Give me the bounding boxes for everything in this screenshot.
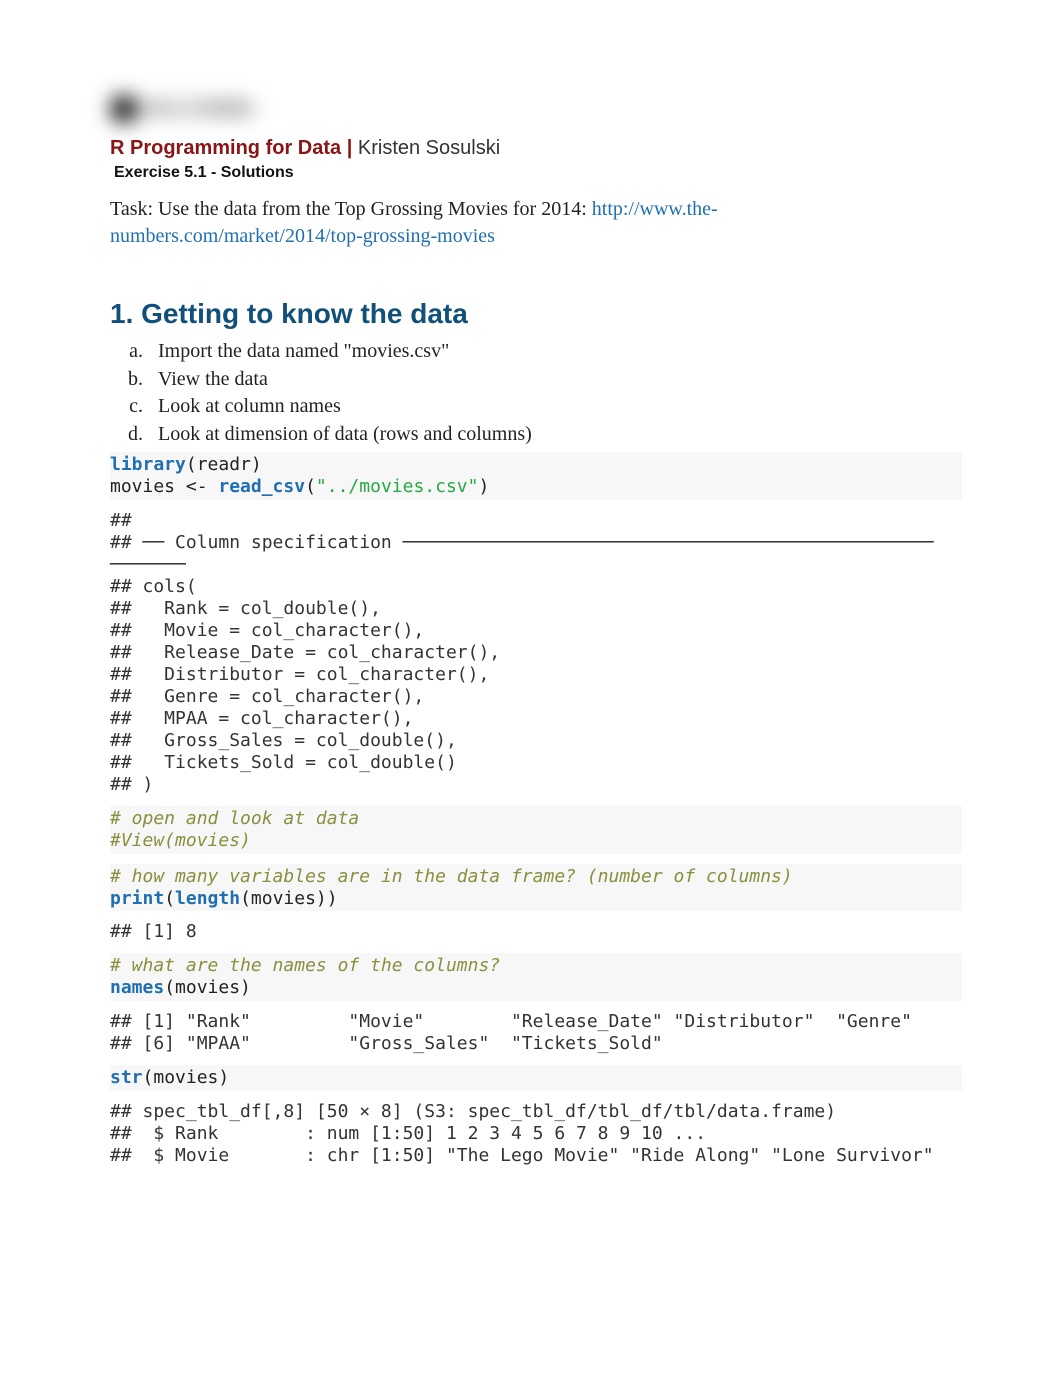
course-sep: | <box>341 137 358 159</box>
string-literal: "../movies.csv" <box>316 476 479 497</box>
course-author: Kristen Sosulski <box>358 137 500 159</box>
code-block-1: library(readr) movies <- read_csv("../mo… <box>110 452 962 500</box>
keyword-library: library <box>110 454 186 475</box>
fn-names: names <box>110 977 164 998</box>
comment: # how many variables are in the data fra… <box>110 866 793 887</box>
list-item: View the data <box>148 366 962 394</box>
code-text: movies <- <box>110 476 218 497</box>
code-text: (movies) <box>164 977 251 998</box>
code-block-2: # open and look at data #View(movies) <box>110 806 962 854</box>
code-text: ) <box>478 476 489 497</box>
comment: # open and look at data <box>110 808 359 829</box>
list-item: Look at dimension of data (rows and colu… <box>148 421 962 449</box>
code-text: ( <box>164 888 175 909</box>
output-block-3: ## [1] 8 <box>110 921 962 943</box>
logo: NYU STERN <box>110 95 962 123</box>
output-block-5: ## spec_tbl_df[,8] [50 × 8] (S3: spec_tb… <box>110 1101 962 1167</box>
comment: # what are the names of the columns? <box>110 955 500 976</box>
code-text: ( <box>305 476 316 497</box>
task-paragraph: Task: Use the data from the Top Grossing… <box>110 196 962 250</box>
fn-length: length <box>175 888 240 909</box>
comment: #View(movies) <box>110 830 251 851</box>
output-block-4: ## [1] "Rank" "Movie" "Release_Date" "Di… <box>110 1011 962 1055</box>
code-block-5: str(movies) <box>110 1065 962 1091</box>
fn-print: print <box>110 888 164 909</box>
section-1-list: Import the data named "movies.csv" View … <box>110 338 962 448</box>
course-title: R Programming for Data <box>110 137 341 159</box>
exercise-label: Exercise 5.1 - Solutions <box>114 164 962 182</box>
logo-icon <box>110 95 138 123</box>
course-line: R Programming for Data | Kristen Sosulsk… <box>110 137 962 160</box>
code-text: (movies)) <box>240 888 338 909</box>
code-block-4: # what are the names of the columns? nam… <box>110 953 962 1001</box>
code-text: (movies) <box>143 1067 230 1088</box>
logo-text: NYU STERN <box>144 99 253 120</box>
list-item: Look at column names <box>148 393 962 421</box>
fn-str: str <box>110 1067 143 1088</box>
code-text: (readr) <box>186 454 262 475</box>
list-item: Import the data named "movies.csv" <box>148 338 962 366</box>
task-text: Task: Use the data from the Top Grossing… <box>110 198 592 220</box>
code-block-3: # how many variables are in the data fra… <box>110 864 962 912</box>
output-block-1: ## ## ── Column specification ──────────… <box>110 510 962 795</box>
section-1-title: 1. Getting to know the data <box>110 298 962 330</box>
fn-read-csv: read_csv <box>218 476 305 497</box>
